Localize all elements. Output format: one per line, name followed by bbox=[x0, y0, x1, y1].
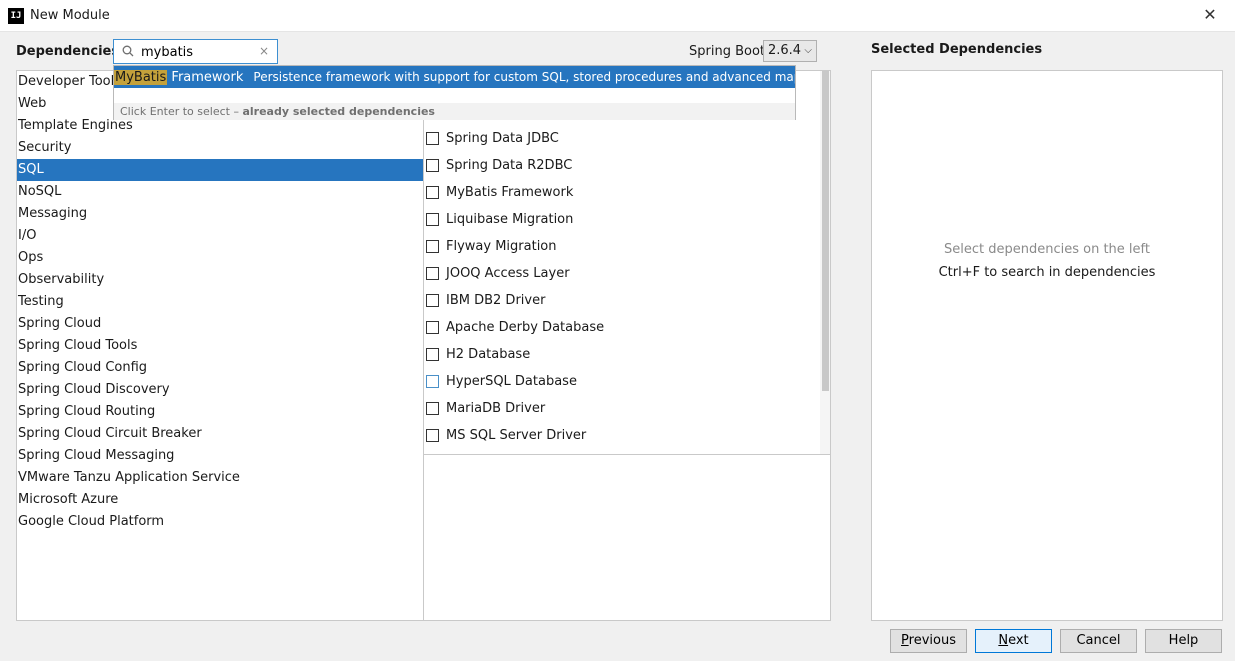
dependencies-list-panel: Spring Data JDBC Spring Data R2DBC MyBatis… bbox=[423, 70, 831, 621]
dependency-checkbox[interactable] bbox=[426, 402, 439, 415]
dependency-label: Apache Derby Database bbox=[446, 320, 605, 335]
cancel-button[interactable]: Cancel bbox=[1060, 629, 1137, 653]
dependency-item[interactable]: HyperSQL Database bbox=[424, 368, 820, 395]
empty-state-text: Select dependencies on the left bbox=[944, 242, 1150, 257]
search-result-name: Framework bbox=[167, 70, 244, 85]
previous-button[interactable]: Previous bbox=[890, 629, 967, 653]
popup-hint-bold: already selected dependencies bbox=[242, 105, 435, 118]
search-field[interactable]: × bbox=[113, 39, 278, 64]
category-item-vmware-tanzu-application-service[interactable]: VMware Tanzu Application Service bbox=[17, 467, 423, 489]
dependency-item[interactable]: Apache Derby Database bbox=[424, 314, 820, 341]
dependency-checkbox[interactable] bbox=[426, 240, 439, 253]
dependency-checkbox[interactable] bbox=[426, 375, 439, 388]
dependency-item[interactable]: MariaDB Driver bbox=[424, 395, 820, 422]
dependency-item[interactable]: MS SQL Server Driver bbox=[424, 422, 820, 449]
category-item-nosql[interactable]: NoSQL bbox=[17, 181, 423, 203]
category-item-ops[interactable]: Ops bbox=[17, 247, 423, 269]
next-button[interactable]: Next bbox=[975, 629, 1052, 653]
category-item-spring-cloud-discovery[interactable]: Spring Cloud Discovery bbox=[17, 379, 423, 401]
spring-boot-label: Spring Boot bbox=[689, 44, 766, 59]
categories-list: Developer Tools Web Template Engines Securi… bbox=[16, 70, 424, 621]
category-item-spring-cloud-circuit-breaker[interactable]: Spring Cloud Circuit Breaker bbox=[17, 423, 423, 445]
dependencies-list: Spring Data JDBC Spring Data R2DBC MyBatis… bbox=[424, 125, 820, 449]
search-icon bbox=[122, 45, 134, 57]
window-title: New Module bbox=[30, 8, 110, 23]
dependency-label: MariaDB Driver bbox=[446, 401, 546, 416]
intellij-app-icon: IJ bbox=[8, 8, 24, 24]
dependency-checkbox[interactable] bbox=[426, 294, 439, 307]
dependency-label: Liquibase Migration bbox=[446, 212, 574, 227]
dependency-checkbox[interactable] bbox=[426, 132, 439, 145]
close-icon[interactable]: ✕ bbox=[1201, 6, 1219, 24]
category-item-spring-cloud-routing[interactable]: Spring Cloud Routing bbox=[17, 401, 423, 423]
divider bbox=[424, 454, 830, 455]
dependency-checkbox[interactable] bbox=[426, 159, 439, 172]
category-item-microsoft-azure[interactable]: Microsoft Azure bbox=[17, 489, 423, 511]
search-result-description: Persistence framework with support for c… bbox=[253, 70, 795, 84]
clear-search-icon[interactable]: × bbox=[259, 44, 269, 58]
dependency-label: Spring Data JDBC bbox=[446, 131, 559, 146]
dependency-label: Flyway Migration bbox=[446, 239, 557, 254]
dependency-checkbox[interactable] bbox=[426, 429, 439, 442]
dependencies-scrollbar[interactable] bbox=[820, 71, 830, 454]
spring-boot-version-select[interactable]: 2.6.4 ⌵ bbox=[763, 40, 817, 62]
dependency-item[interactable]: Spring Data R2DBC bbox=[424, 152, 820, 179]
category-item-testing[interactable]: Testing bbox=[17, 291, 423, 313]
dependency-label: MS SQL Server Driver bbox=[446, 428, 587, 443]
category-item-observability[interactable]: Observability bbox=[17, 269, 423, 291]
dependency-label: MyBatis Framework bbox=[446, 185, 574, 200]
category-item-google-cloud-platform[interactable]: Google Cloud Platform bbox=[17, 511, 423, 533]
category-item-spring-cloud[interactable]: Spring Cloud bbox=[17, 313, 423, 335]
dependency-checkbox[interactable] bbox=[426, 267, 439, 280]
category-item-security[interactable]: Security bbox=[17, 137, 423, 159]
search-shortcut-hint: Ctrl+F to search in dependencies bbox=[938, 265, 1156, 280]
dependency-label: HyperSQL Database bbox=[446, 374, 577, 389]
dependency-item[interactable]: MyBatis Framework bbox=[424, 179, 820, 206]
category-item-messaging[interactable]: Messaging bbox=[17, 203, 423, 225]
dependency-item[interactable]: JOOQ Access Layer bbox=[424, 260, 820, 287]
dependency-label: IBM DB2 Driver bbox=[446, 293, 546, 308]
dependency-label: JOOQ Access Layer bbox=[446, 266, 570, 281]
spring-boot-version-value: 2.6.4 bbox=[768, 43, 802, 58]
scrollbar-thumb[interactable] bbox=[822, 71, 829, 391]
title-bar: IJ New Module ✕ bbox=[0, 0, 1235, 32]
category-item-spring-cloud-config[interactable]: Spring Cloud Config bbox=[17, 357, 423, 379]
search-result-item[interactable]: MyBatis Framework Persistence framework w… bbox=[114, 66, 795, 88]
chevron-down-icon: ⌵ bbox=[804, 45, 812, 56]
dependency-label: H2 Database bbox=[446, 347, 531, 362]
category-item-spring-cloud-tools[interactable]: Spring Cloud Tools bbox=[17, 335, 423, 357]
popup-hint: Click Enter to select – already selected… bbox=[114, 103, 795, 120]
category-item-sql[interactable]: SQL bbox=[17, 159, 423, 181]
selected-dependencies-title: Selected Dependencies bbox=[871, 42, 1043, 57]
dependency-checkbox[interactable] bbox=[426, 348, 439, 361]
popup-hint-prefix: Click Enter to select – bbox=[120, 105, 243, 118]
search-match-highlight: MyBatis bbox=[114, 70, 168, 85]
selected-dependencies-panel: Select dependencies on the left Ctrl+F t… bbox=[871, 70, 1223, 621]
dependency-checkbox[interactable] bbox=[426, 321, 439, 334]
category-item-spring-cloud-messaging[interactable]: Spring Cloud Messaging bbox=[17, 445, 423, 467]
dependency-checkbox[interactable] bbox=[426, 186, 439, 199]
dependency-item[interactable]: IBM DB2 Driver bbox=[424, 287, 820, 314]
dependency-item[interactable]: H2 Database bbox=[424, 341, 820, 368]
dependency-item[interactable]: Flyway Migration bbox=[424, 233, 820, 260]
search-input[interactable] bbox=[141, 43, 251, 61]
dependency-label: Spring Data R2DBC bbox=[446, 158, 573, 173]
dependency-checkbox[interactable] bbox=[426, 213, 439, 226]
search-results-popup: MyBatis Framework Persistence framework w… bbox=[113, 65, 796, 120]
dependency-item[interactable]: Liquibase Migration bbox=[424, 206, 820, 233]
dependency-item[interactable]: Spring Data JDBC bbox=[424, 125, 820, 152]
dependencies-label: Dependencies bbox=[16, 44, 120, 59]
category-item-i-o[interactable]: I/O bbox=[17, 225, 423, 247]
help-button[interactable]: Help bbox=[1145, 629, 1222, 653]
